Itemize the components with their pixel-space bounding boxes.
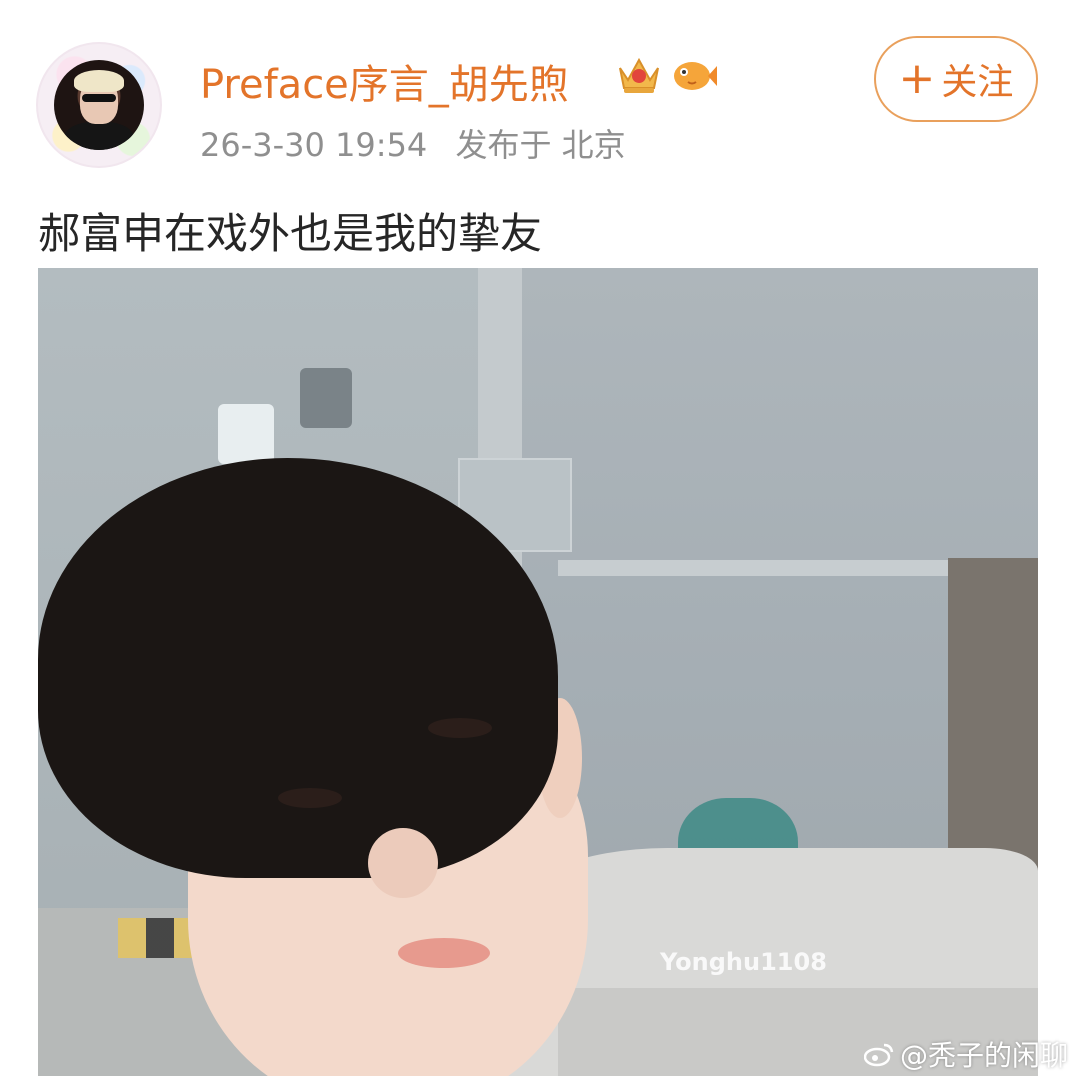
photo-watermark: Yonghu1108: [660, 948, 827, 976]
author-avatar[interactable]: [38, 44, 160, 166]
avatar-photo: [54, 60, 144, 150]
post-text: 郝富申在戏外也是我的挚友: [38, 209, 543, 258]
photo-lips-shape: [398, 938, 490, 968]
source-watermark-text: @秃子的闲聊: [900, 1039, 1069, 1072]
fish-badge-icon[interactable]: [670, 56, 718, 96]
post-meta: 26-3-30 19:54 发布于 北京: [200, 120, 644, 166]
crown-badge-icon[interactable]: [616, 54, 662, 96]
avatar-glasses-shape: [82, 94, 116, 102]
author-name[interactable]: Preface序言_胡先煦: [200, 52, 569, 110]
photo-light-shape: [218, 404, 274, 464]
photo-eye-shape: [428, 718, 492, 738]
post-timestamp: 26-3-30 19:54: [200, 126, 428, 164]
follow-button[interactable]: + 关注: [874, 36, 1038, 122]
follow-label: 关注: [941, 62, 1014, 103]
avatar-body-shape: [64, 122, 134, 150]
photo-eye-shape: [278, 788, 342, 808]
avatar-hair-shape: [74, 70, 124, 92]
source-watermark: @秃子的闲聊: [864, 1034, 1068, 1074]
photo-nose-shape: [368, 828, 438, 898]
weibo-icon: [864, 1043, 894, 1067]
post-location: 发布于 北京: [455, 126, 626, 164]
post-photo[interactable]: Yonghu1108: [38, 268, 1038, 1076]
plus-icon: +: [898, 53, 936, 104]
photo-lamp-shape: [300, 368, 352, 428]
